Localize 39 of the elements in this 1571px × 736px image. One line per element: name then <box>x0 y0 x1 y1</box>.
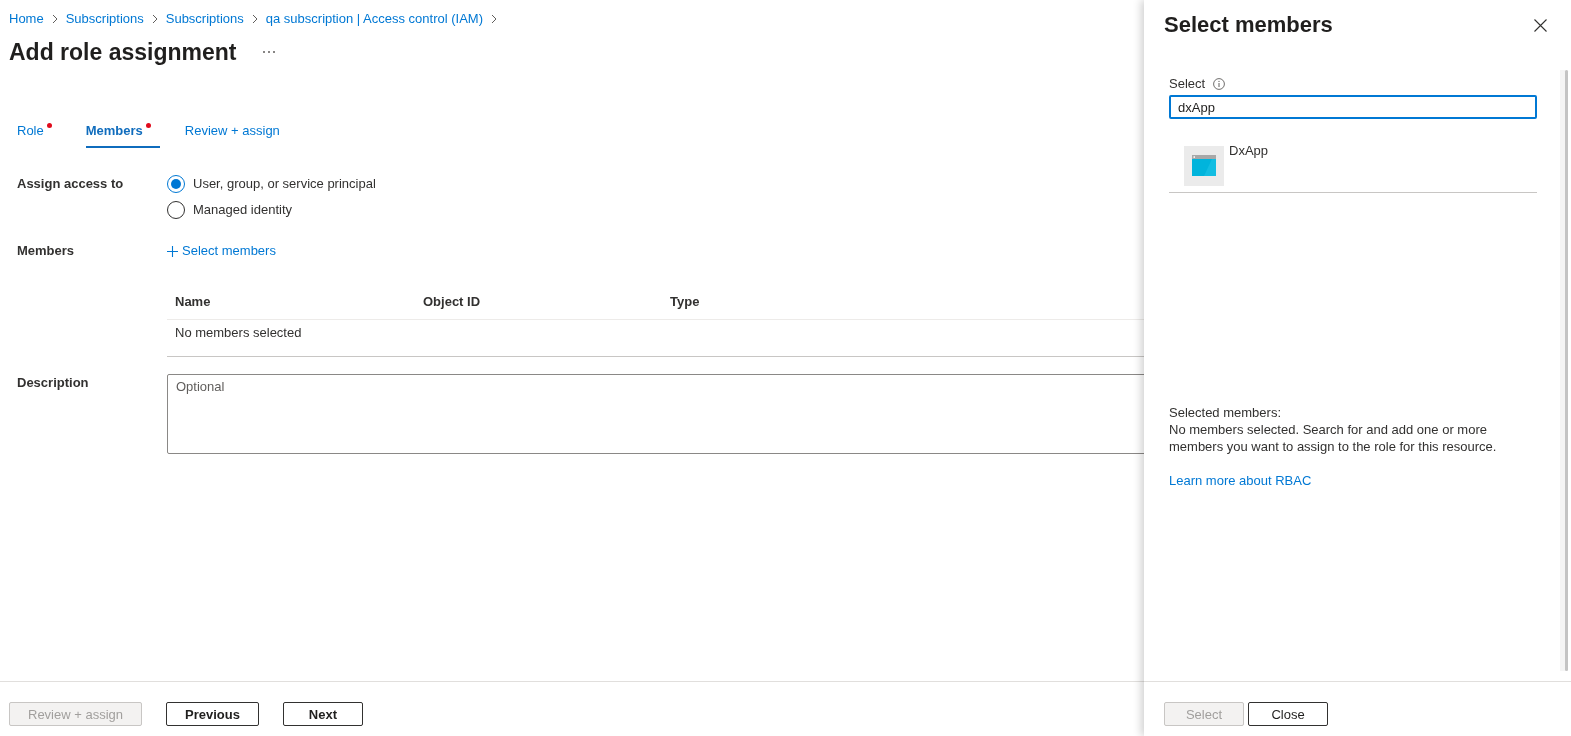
chevron-right-icon <box>151 13 158 24</box>
column-header: Type <box>669 293 701 311</box>
field-label: Assign access to <box>17 175 125 193</box>
breadcrumb-link[interactable]: qa subscription | Access control (IAM) <box>265 10 484 27</box>
field-label: Description <box>17 374 90 392</box>
learn-more-link[interactable]: Learn more about RBAC <box>1169 472 1312 489</box>
selected-members-text: No members selected. Search for and add one or more members you want to assign to the role for this resource. <box>1169 421 1498 455</box>
footer-button[interactable]: Previous <box>166 702 259 726</box>
plus-icon <box>167 245 178 257</box>
close-icon <box>1534 18 1547 32</box>
breadcrumb-link[interactable]: Subscriptions <box>65 10 144 27</box>
field-label: Select <box>1169 75 1206 93</box>
tab[interactable]: Role <box>17 121 61 148</box>
field-label: Members <box>17 242 76 260</box>
radio-label: User, group, or service principal <box>193 175 376 193</box>
info-icon[interactable] <box>1213 78 1226 90</box>
app-window-icon <box>1184 146 1224 186</box>
empty-table-message: No members selected <box>174 324 302 342</box>
panel-button[interactable]: Close <box>1248 702 1328 726</box>
panel-title: Select members <box>1164 11 1333 39</box>
radio-label: Managed identity <box>193 201 292 219</box>
chevron-right-icon <box>491 13 498 24</box>
result-item[interactable]: DxApp <box>1169 146 1537 193</box>
tab[interactable]: Review + assign <box>184 121 289 148</box>
tab[interactable]: Members <box>85 121 160 148</box>
footer-button[interactable]: Next <box>282 702 363 726</box>
select-members-link[interactable]: Select members <box>167 242 276 260</box>
page-title: Add role assignment <box>9 38 237 67</box>
column-header: Name <box>174 293 212 311</box>
breadcrumb-link[interactable]: Home <box>9 10 44 27</box>
search-field[interactable]: dxApp <box>1169 95 1537 119</box>
close-button[interactable] <box>1534 18 1547 32</box>
scrollbar[interactable] <box>1560 70 1568 671</box>
chevron-right-icon <box>251 13 258 24</box>
chevron-right-icon <box>51 13 58 24</box>
selected-members-heading: Selected members: <box>1169 404 1282 421</box>
breadcrumb-link[interactable]: Subscriptions <box>165 10 244 27</box>
column-header: Object ID <box>422 293 482 311</box>
more-icon <box>262 50 277 54</box>
